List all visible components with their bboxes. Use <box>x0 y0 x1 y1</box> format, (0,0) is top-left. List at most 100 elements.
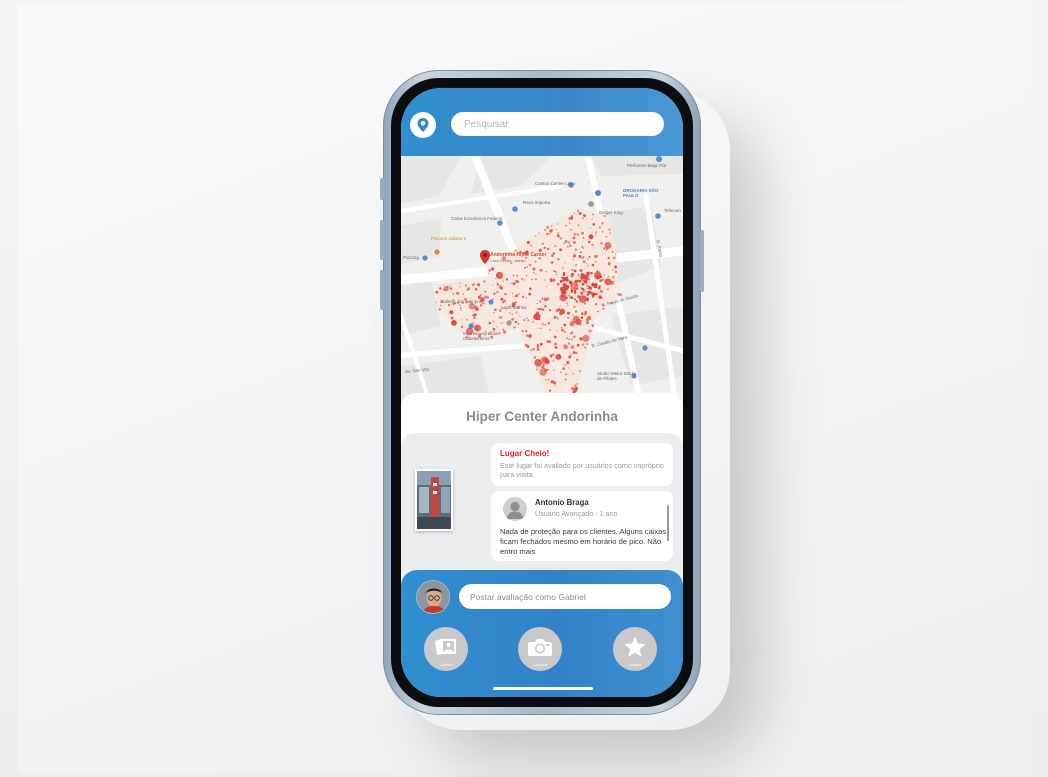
heat-dot <box>502 280 504 282</box>
heat-dot <box>553 369 555 372</box>
heat-dot <box>605 248 608 251</box>
place-photo[interactable] <box>415 469 453 531</box>
heat-dot <box>443 285 445 286</box>
heat-dot <box>547 247 550 251</box>
heat-dot <box>449 284 451 286</box>
gallery-button[interactable]: Galeria <box>424 627 468 671</box>
camera-icon <box>528 639 552 656</box>
heat-dot <box>538 327 540 329</box>
home-indicator[interactable] <box>493 687 593 690</box>
heat-dot <box>480 304 483 307</box>
heat-dot <box>577 209 580 212</box>
heat-dot <box>546 225 549 229</box>
search-input[interactable] <box>451 112 664 136</box>
heat-dot <box>435 301 437 304</box>
review-card[interactable]: Antonio Braga Usuário Avançado - 1 ano N… <box>491 491 673 561</box>
heat-dot <box>544 279 546 281</box>
heat-dot <box>591 243 594 246</box>
heat-dot <box>585 313 588 315</box>
map-label-beauty: Mira Beauty Salon Cabeleireiros <box>463 331 500 341</box>
heat-dot <box>554 342 557 346</box>
heat-dot <box>533 356 536 359</box>
heat-dot <box>555 270 557 273</box>
map-label-galeria: Galeria das Compras <box>441 299 484 304</box>
heat-dot <box>575 386 578 390</box>
heat-dot <box>598 295 602 299</box>
review-input[interactable] <box>459 584 671 609</box>
heat-dot <box>504 293 507 296</box>
map-label-burger: Burger King <box>599 210 623 215</box>
heat-dot <box>500 286 503 290</box>
heat-dot <box>550 254 554 258</box>
heat-dot <box>536 303 538 305</box>
heat-dot <box>573 212 575 214</box>
heat-dot <box>586 343 589 345</box>
heat-dot <box>580 292 584 296</box>
heat-dot <box>532 321 534 323</box>
location-button[interactable] <box>410 112 436 138</box>
heat-dot <box>607 262 611 266</box>
heat-dot <box>493 292 496 295</box>
heat-dot <box>596 277 599 280</box>
heat-dot <box>543 246 546 250</box>
heat-dot <box>565 224 567 227</box>
heat-dot <box>605 236 608 238</box>
heat-dot <box>567 244 568 246</box>
heat-dot <box>459 307 462 309</box>
reviews-scrollbar[interactable] <box>667 505 669 541</box>
rate-label: Avaliar <box>628 662 642 667</box>
heat-dot <box>484 303 486 305</box>
heat-dot <box>581 312 584 316</box>
heat-dot <box>592 213 594 216</box>
heat-dot <box>576 379 578 381</box>
heat-dot <box>546 285 548 288</box>
heat-dot <box>572 314 574 316</box>
heat-dot <box>521 329 524 332</box>
map-view[interactable]: Perfumes Beija Flor Cantos Center Lider … <box>401 156 683 406</box>
heat-dot <box>538 232 540 234</box>
heat-dot <box>535 273 537 275</box>
heat-dot <box>556 317 559 320</box>
heat-dot <box>571 386 574 389</box>
heat-dot <box>567 367 569 369</box>
heat-dot <box>484 290 487 293</box>
heat-dot <box>568 338 570 340</box>
heat-dot <box>600 276 602 278</box>
heat-dot <box>503 330 507 334</box>
heat-dot <box>581 245 584 249</box>
heat-dot <box>577 224 580 226</box>
silent-switch <box>380 178 384 200</box>
heat-dot <box>614 253 617 256</box>
heat-dot <box>559 314 561 316</box>
heat-dot <box>586 287 589 290</box>
heat-dot <box>596 270 599 273</box>
heat-dot <box>571 269 574 271</box>
heat-dot <box>541 365 544 369</box>
heat-dot <box>544 369 547 373</box>
heat-dot <box>579 269 583 272</box>
heat-dot <box>588 234 594 240</box>
rate-button[interactable]: Avaliar <box>613 627 657 671</box>
heat-dot <box>516 274 519 277</box>
camera-button[interactable]: Câmera <box>518 627 562 671</box>
map-label-hiper-sub: Cash Center · Varejo <box>490 259 526 263</box>
map-label-pizzaria: Pizzaria Jallana II <box>431 236 467 241</box>
heat-dot <box>586 274 589 277</box>
heat-dot <box>576 343 580 347</box>
gallery-label: Galeria <box>439 662 453 667</box>
heat-dot <box>459 304 461 306</box>
heat-dot <box>532 272 535 274</box>
heat-dot <box>536 367 538 369</box>
heat-dot <box>599 279 603 282</box>
heat-dot <box>556 330 559 332</box>
heat-dot <box>567 246 569 248</box>
heat-dot <box>541 242 544 245</box>
current-user-avatar[interactable] <box>416 580 450 614</box>
heat-dot <box>547 378 550 381</box>
heat-dot <box>598 226 601 229</box>
volume-down-button <box>380 270 384 310</box>
heat-dot <box>548 328 551 331</box>
heat-dot <box>472 313 476 317</box>
heat-dot <box>578 370 581 373</box>
heat-dot <box>570 345 575 350</box>
